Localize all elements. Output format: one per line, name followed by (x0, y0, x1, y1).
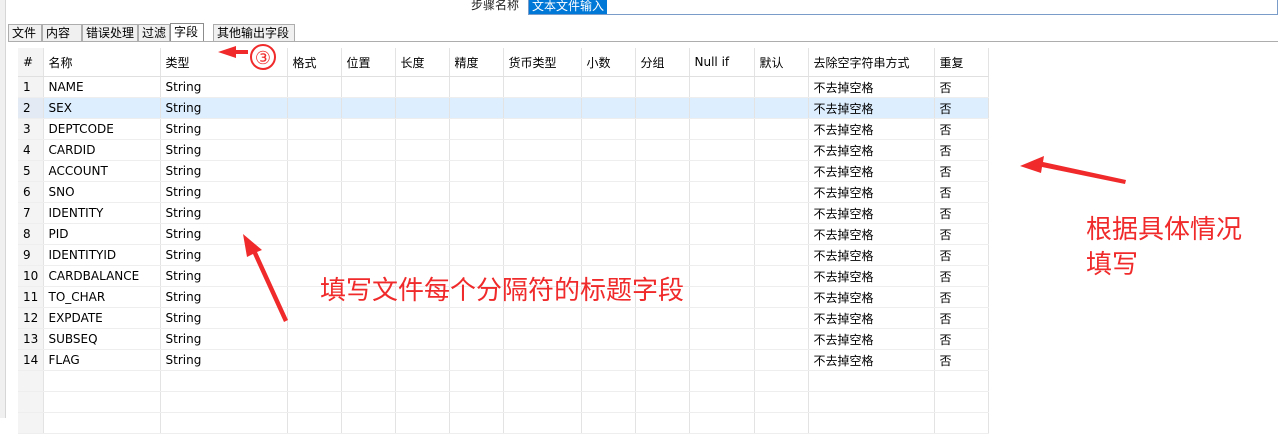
annotation-fill-as-needed-line1: 根据具体情况 (1086, 215, 1243, 245)
arrow-to-name-column (243, 234, 288, 322)
step-marker-3: ③ (250, 44, 276, 70)
arrow-to-fields-tab (218, 46, 248, 58)
annotation-fill-as-needed-line2: 填写 (1086, 250, 1139, 280)
arrow-to-grid-rows (1020, 156, 1126, 184)
annotation-fill-title-fields: 填写文件每个分隔符的标题字段 (320, 276, 685, 306)
